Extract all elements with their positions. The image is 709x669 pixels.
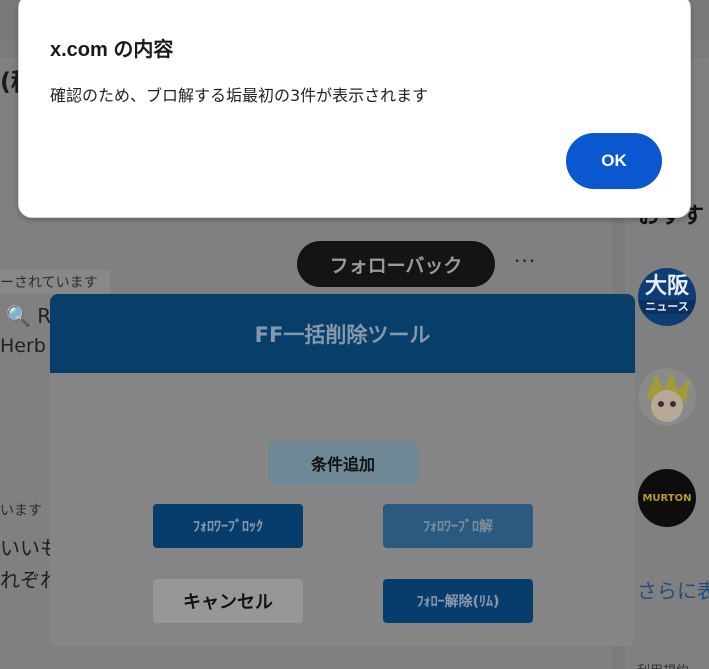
ok-button[interactable]: OK <box>566 133 662 189</box>
avatar[interactable]: MURTON <box>638 469 696 527</box>
bio-search-line: 🔍 R <box>6 304 52 328</box>
unfollow-remove-button[interactable]: ﾌｫﾛｰ解除(ﾘﾑ) <box>383 579 533 623</box>
ff-tool-modal: FF一括削除ツール 条件追加 ﾌｫﾛﾜｰﾌﾞﾛｯｸ ﾌｫﾛﾜｰﾌﾞﾛ解 キャンセ… <box>50 294 635 646</box>
alert-title: x.com の内容 <box>50 39 174 61</box>
avatar-text-bottom: ニュース <box>638 300 696 314</box>
ff-tool-header: FF一括削除ツール <box>50 294 635 373</box>
avatar[interactable] <box>638 368 696 426</box>
alert-message: 確認のため、ブロ解する垢最初の3件が表示されます <box>50 86 429 105</box>
show-more-link[interactable]: さらに表 <box>637 575 709 604</box>
post-note-fragment: います <box>0 503 42 519</box>
more-icon[interactable]: ··· <box>514 249 536 273</box>
ff-tool-title: FF一括削除ツール <box>254 322 431 347</box>
follower-block-button[interactable]: ﾌｫﾛﾜｰﾌﾞﾛｯｸ <box>153 504 303 548</box>
browser-alert-dialog: x.com の内容 確認のため、ブロ解する垢最初の3件が表示されます OK <box>18 0 691 218</box>
avatar[interactable]: 大阪 ニュース <box>638 268 696 326</box>
add-condition-button[interactable]: 条件追加 <box>268 441 418 485</box>
follow-back-button[interactable]: フォローバック <box>297 241 495 287</box>
cancel-button[interactable]: キャンセル <box>153 579 303 623</box>
terms-link[interactable]: 利用規約 <box>637 660 689 669</box>
followed-note: ーされています <box>0 270 110 294</box>
follower-unblock-button[interactable]: ﾌｫﾛﾜｰﾌﾞﾛ解 <box>383 504 533 548</box>
anime-avatar-icon <box>638 368 696 426</box>
